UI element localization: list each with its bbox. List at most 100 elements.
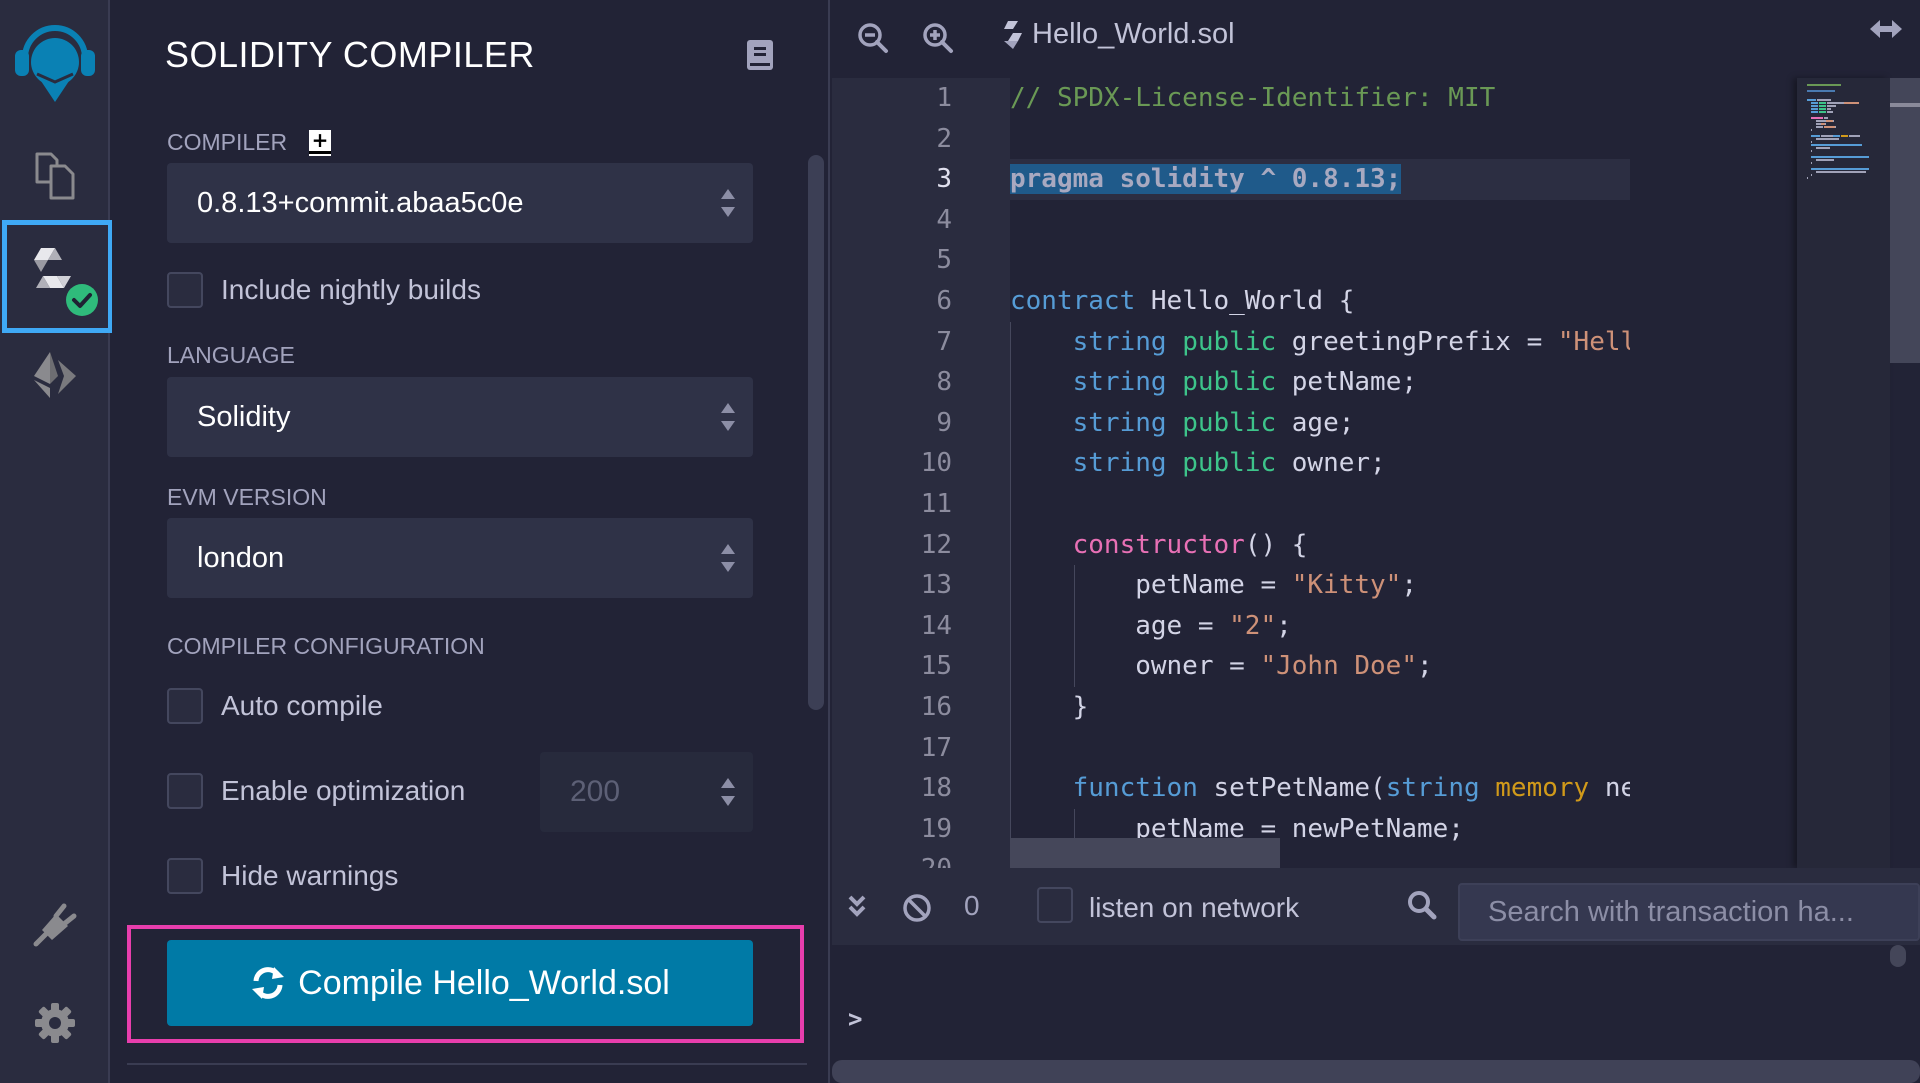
documentation-icon[interactable] <box>747 40 773 70</box>
line-number: 16 <box>920 692 952 722</box>
line-number: 4 <box>936 204 952 235</box>
line-number: 1 <box>936 83 952 113</box>
optimization-runs-input[interactable]: 200 <box>540 752 753 832</box>
code-token: Hello_World { <box>1135 286 1355 316</box>
add-compiler-icon[interactable]: + <box>309 130 331 154</box>
code-line: contract Hello_World { <box>1010 281 1630 322</box>
select-arrows-icon <box>721 544 735 572</box>
plugin-manager-button[interactable] <box>0 890 110 960</box>
minimap-line <box>1826 105 1836 107</box>
code-token: age; <box>1276 407 1355 438</box>
success-check-icon <box>66 284 98 316</box>
terminal-horizontal-scrollbar[interactable] <box>832 1060 1920 1083</box>
panel-title: SOLIDITY COMPILER <box>165 34 535 75</box>
compile-button-label: Compile Hello_World.sol <box>298 963 670 1002</box>
minimap-line <box>1819 111 1826 113</box>
enable-optimization-row: Enable optimization <box>167 773 465 809</box>
language-label: LANGUAGE <box>167 342 295 368</box>
minimap-line <box>1815 126 1824 128</box>
minimap-line <box>1807 84 1842 86</box>
language-value: Solidity <box>197 400 291 433</box>
zoom-out-icon[interactable] <box>857 22 889 54</box>
panel-scrollbar[interactable] <box>808 155 824 710</box>
enable-optimization-checkbox[interactable] <box>167 773 203 809</box>
evm-version-select[interactable]: london <box>167 518 753 598</box>
file-tab-label: Hello_World.sol <box>1032 18 1235 50</box>
minimap-line <box>1811 174 1813 176</box>
minimap-line <box>1811 168 1869 170</box>
collapse-terminal-icon[interactable] <box>847 893 867 921</box>
code-line: petName = "Kitty"; <box>1010 565 1630 606</box>
pending-transactions-count: 0 <box>964 890 980 921</box>
minimap-line <box>1815 159 1835 161</box>
expand-horizontal-icon[interactable] <box>1870 18 1902 40</box>
language-select[interactable]: Solidity <box>167 377 753 457</box>
file-tab-hello-world[interactable]: Hello_World.sol <box>1004 18 1235 51</box>
code-token: "Kitty" <box>1291 570 1402 601</box>
minimap-line <box>1819 108 1826 110</box>
nightly-builds-row: Include nightly builds <box>167 272 481 308</box>
minimap-line <box>1811 111 1818 113</box>
minimap-line <box>1816 99 1832 101</box>
code-token: age = <box>1010 610 1230 641</box>
remix-logo-button[interactable] <box>0 10 110 105</box>
transaction-search-input[interactable] <box>1458 883 1920 941</box>
minimap-line <box>1826 111 1834 113</box>
code-token: // SPDX-License-Identifier: MIT <box>1010 83 1496 113</box>
line-number: 6 <box>936 286 952 316</box>
auto-compile-checkbox[interactable] <box>167 688 203 724</box>
terminal-vertical-scrollbar[interactable] <box>1890 945 1906 967</box>
refresh-icon <box>252 967 285 999</box>
code-token: string <box>1072 367 1167 398</box>
code-token: setPetName( <box>1197 773 1386 804</box>
line-number: 14 <box>920 610 952 641</box>
nightly-builds-checkbox[interactable] <box>167 272 203 308</box>
minimap-line <box>1811 162 1813 164</box>
deploy-run-button[interactable] <box>0 340 110 410</box>
line-number: 15 <box>920 651 952 682</box>
code-token: string <box>1385 773 1480 804</box>
evm-version-value: london <box>197 541 285 574</box>
line-number: 7 <box>936 326 952 357</box>
line-number: 11 <box>920 489 952 519</box>
clear-console-icon[interactable] <box>902 893 932 923</box>
code-token: function <box>1072 773 1198 804</box>
terminal-output[interactable]: > <box>832 945 1920 1060</box>
zoom-in-icon[interactable] <box>922 22 954 54</box>
select-arrows-icon <box>721 403 735 431</box>
solidity-compiler-panel: SOLIDITY COMPILER COMPILER + 0.8.13+comm… <box>112 0 830 1083</box>
optimization-runs-value: 200 <box>570 775 621 808</box>
listen-on-network-checkbox[interactable] <box>1037 887 1073 923</box>
compiler-version-select[interactable]: 0.8.13+commit.abaa5c0e <box>167 163 753 243</box>
code-token: ; <box>1417 651 1433 682</box>
minimap[interactable] <box>1797 78 1890 868</box>
minimap-line <box>1819 102 1826 104</box>
code-line: constructor() { <box>1010 525 1630 566</box>
code-token: "John Doe" <box>1260 651 1417 682</box>
minimap-line <box>1823 117 1828 119</box>
hide-warnings-checkbox[interactable] <box>167 858 203 894</box>
solidity-compiler-button[interactable] <box>2 220 113 333</box>
editor-horizontal-scrollbar[interactable] <box>1010 838 1280 868</box>
minimap-line <box>1811 108 1818 110</box>
compile-button[interactable]: Compile Hello_World.sol <box>167 940 753 1026</box>
code-token: memory <box>1495 773 1590 804</box>
line-number: 17 <box>920 732 952 763</box>
line-number-gutter: 1234567891011121314151617181920 <box>832 78 1010 884</box>
evm-version-label: EVM VERSION <box>167 484 327 510</box>
minimap-line <box>1826 108 1832 110</box>
minimap-line <box>1841 135 1848 137</box>
indent-guide <box>1074 565 1075 687</box>
code-editor[interactable]: // SPDX-License-Identifier: MIT pragma so… <box>1010 78 1630 868</box>
file-explorer-button[interactable] <box>0 140 110 210</box>
settings-button[interactable] <box>0 990 110 1055</box>
line-number: 13 <box>920 570 952 601</box>
line-number: 10 <box>920 448 952 479</box>
editor-vertical-scrollbar[interactable] <box>1890 78 1920 363</box>
